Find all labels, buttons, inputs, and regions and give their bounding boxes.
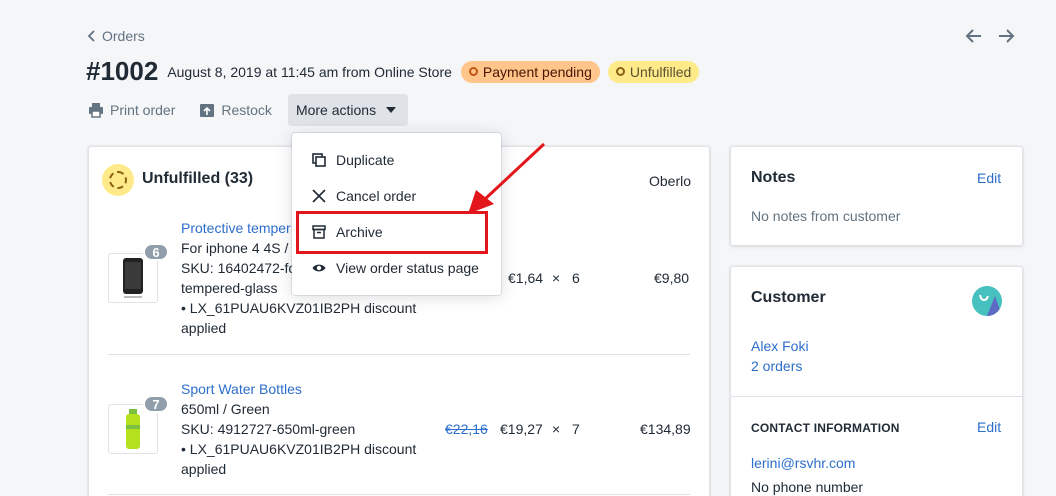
- customer-phone: No phone number: [751, 479, 864, 495]
- discount-line: • LX_61PUAU6KVZ01IB2PH discount: [181, 441, 417, 457]
- restock-button[interactable]: Restock: [199, 102, 272, 118]
- line-item-details: Sport Water Bottles 650ml / Green SKU: 4…: [181, 379, 441, 479]
- line-total: €134,89: [640, 421, 691, 437]
- product-variant: 650ml / Green: [181, 401, 270, 417]
- unit-price: €1,64: [508, 270, 544, 286]
- customer-divider: [730, 396, 1023, 397]
- caret-down-icon: [386, 107, 397, 113]
- customer-orders-link[interactable]: 2 orders: [751, 358, 802, 374]
- menu-item-label: Duplicate: [336, 152, 395, 168]
- payment-status-badge: Payment pending: [460, 60, 600, 83]
- fulfillment-status-badge: Unfulfilled: [607, 60, 700, 83]
- restock-label: Restock: [221, 102, 272, 118]
- chevron-left-icon: [87, 30, 95, 42]
- notes-edit-link[interactable]: Edit: [977, 170, 1001, 186]
- notes-title: Notes: [751, 169, 796, 186]
- line-quantity: 7: [572, 421, 580, 437]
- fulfillment-status-label: Unfulfilled: [629, 63, 692, 80]
- contact-edit-link[interactable]: Edit: [977, 419, 1001, 435]
- line-quantity: 6: [572, 270, 580, 286]
- product-name-link[interactable]: Sport Water Bottles: [181, 379, 441, 399]
- notes-text: No notes from customer: [751, 208, 901, 224]
- unit-price: €19,27: [500, 421, 543, 437]
- eye-icon: [312, 264, 326, 272]
- print-order-button[interactable]: Print order: [88, 102, 175, 118]
- quantity-badge: 7: [143, 395, 169, 413]
- status-ring-icon: [615, 67, 625, 76]
- restock-icon: [200, 104, 215, 117]
- phone-image: [123, 258, 143, 298]
- discount-line-cont: applied: [181, 461, 227, 477]
- previous-order-icon[interactable]: [964, 26, 984, 46]
- order-actions: Print order Restock More actions: [88, 94, 409, 126]
- next-order-icon[interactable]: [996, 26, 1016, 46]
- more-actions-button[interactable]: More actions: [287, 94, 409, 126]
- discount-line-cont: applied: [181, 320, 227, 336]
- original-price: €22,16: [445, 421, 488, 437]
- item-divider: [108, 354, 690, 355]
- contact-info-label: CONTACT INFORMATION: [751, 421, 900, 435]
- order-meta: August 8, 2019 at 11:45 am from Online S…: [167, 63, 452, 80]
- customer-avatar: [972, 286, 1002, 316]
- order-number: #1002: [86, 56, 159, 86]
- customer-title: Customer: [751, 289, 826, 306]
- bottle-image: [126, 409, 140, 449]
- product-sku: SKU: 4912727-650ml-green: [181, 421, 356, 437]
- discount-line: • LX_61PUAU6KVZ01IB2PH discount: [181, 300, 417, 316]
- customer-email-link[interactable]: lerini@rsvhr.com: [751, 455, 855, 471]
- more-actions-label: More actions: [295, 102, 377, 118]
- print-order-label: Print order: [110, 102, 176, 118]
- quantity-badge: 6: [143, 243, 169, 261]
- menu-item-label: Cancel order: [336, 188, 417, 204]
- customer-name-link[interactable]: Alex Foki: [751, 338, 809, 354]
- unfulfilled-icon: [102, 164, 134, 196]
- unfulfilled-title: Unfulfilled (33): [142, 170, 254, 187]
- notes-card: [730, 146, 1023, 246]
- close-icon: [312, 189, 326, 203]
- status-ring-icon: [468, 67, 478, 76]
- annotation-arrow-icon: [468, 142, 546, 214]
- payment-status-label: Payment pending: [482, 63, 592, 80]
- breadcrumb-orders[interactable]: Orders: [86, 26, 145, 46]
- order-pager: [964, 26, 1016, 46]
- menu-item-view-status[interactable]: View order status page: [292, 252, 501, 284]
- times-sign: ×: [552, 421, 561, 437]
- line-total: €9,80: [654, 270, 690, 286]
- item-divider: [108, 494, 690, 495]
- breadcrumb-label: Orders: [102, 28, 145, 44]
- times-sign: ×: [552, 270, 561, 286]
- printer-icon: [89, 103, 103, 118]
- supplier-name: Oberlo: [649, 173, 692, 189]
- menu-item-label: View order status page: [336, 260, 479, 276]
- duplicate-icon: [312, 153, 326, 167]
- order-title-row: #1002 August 8, 2019 at 11:45 am from On…: [86, 56, 707, 87]
- avatar-image: [979, 294, 1002, 316]
